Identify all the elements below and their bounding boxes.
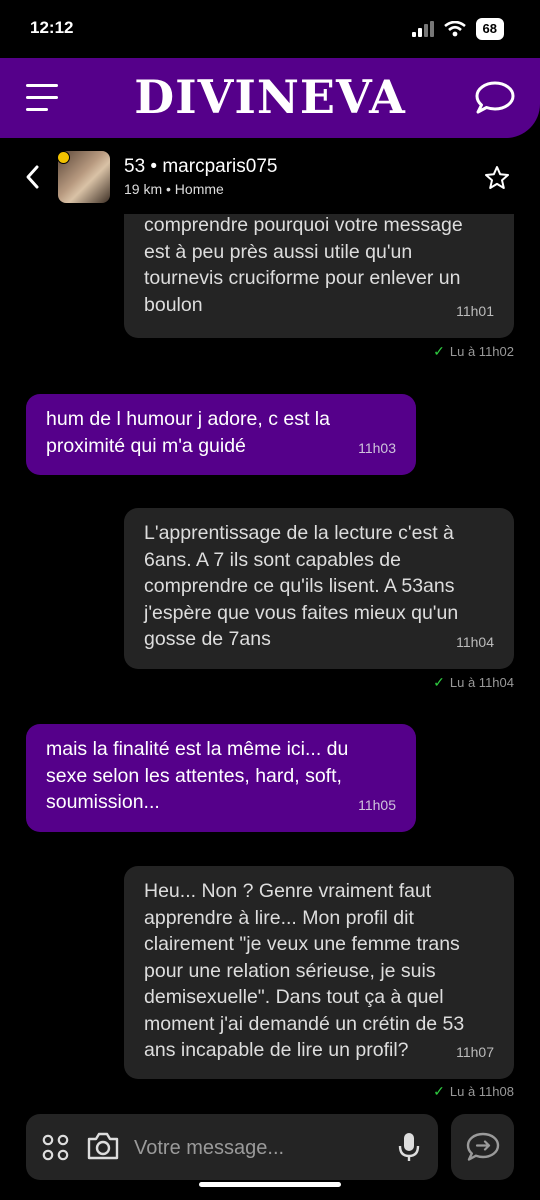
back-chevron-icon[interactable]: [24, 164, 40, 190]
message-text: hum de l humour j adore, c est la proxim…: [46, 408, 330, 457]
read-receipt: ✓ Lu à 11h02: [433, 343, 514, 360]
conversation-header: 53 • marcparis075 19 km • Homme: [0, 140, 540, 214]
message-bubble-incoming[interactable]: L'apprentissage de la lecture c'est à 6a…: [124, 508, 514, 669]
brand-logo: DIVINEVA: [134, 70, 406, 124]
battery-indicator: 68: [475, 18, 504, 40]
message-bubble-incoming[interactable]: comprendre pourquoi votre message est à …: [124, 214, 514, 338]
message-text: comprendre pourquoi votre message est à …: [144, 214, 463, 316]
message-bubble-outgoing[interactable]: hum de l humour j adore, c est la proxim…: [26, 394, 416, 475]
online-status-dot: [57, 151, 70, 164]
signal-icon: [411, 21, 434, 37]
read-receipt: ✓ Lu à 11h04: [433, 674, 514, 691]
app-header: DIVINEVA: [0, 58, 540, 138]
microphone-icon[interactable]: [398, 1131, 420, 1163]
read-check-icon: ✓: [433, 1083, 445, 1099]
send-button[interactable]: [451, 1114, 514, 1180]
message-bubble-incoming[interactable]: Heu... Non ? Genre vraiment faut apprend…: [124, 866, 514, 1079]
message-bubble-outgoing[interactable]: mais la finalité est la même ici... du s…: [26, 724, 416, 832]
status-bar: 12:12 68: [0, 0, 540, 58]
apps-grid-icon[interactable]: [42, 1134, 70, 1162]
camera-icon[interactable]: [86, 1131, 120, 1161]
message-composer: [26, 1114, 438, 1180]
message-time: 11h07: [456, 1043, 494, 1060]
message-text: mais la finalité est la même ici... du s…: [46, 738, 349, 813]
message-list[interactable]: comprendre pourquoi votre message est à …: [0, 214, 540, 1110]
home-indicator: [199, 1182, 341, 1187]
read-receipt-text: Lu à 11h04: [449, 675, 514, 690]
contact-details: 19 km • Homme: [124, 181, 224, 197]
message-time: 11h03: [358, 439, 396, 456]
status-icons: 68: [411, 18, 504, 40]
star-icon[interactable]: [484, 165, 510, 191]
read-check-icon: ✓: [433, 343, 445, 359]
contact-name[interactable]: 53 • marcparis075: [124, 156, 277, 178]
message-text: L'apprentissage de la lecture c'est à 6a…: [144, 522, 459, 650]
read-check-icon: ✓: [433, 674, 445, 690]
status-time: 12:12: [30, 18, 74, 37]
message-text: Heu... Non ? Genre vraiment faut apprend…: [144, 880, 465, 1061]
send-chat-icon: [466, 1132, 500, 1161]
wifi-icon: [443, 21, 466, 37]
message-input[interactable]: [132, 1130, 391, 1166]
message-time: 11h04: [456, 633, 494, 650]
read-receipt-text: Lu à 11h08: [449, 1084, 514, 1099]
message-time: 11h05: [358, 796, 396, 813]
message-time: 11h01: [456, 302, 494, 319]
read-receipt: ✓ Lu à 11h08: [433, 1083, 514, 1100]
chat-bubble-icon[interactable]: [474, 80, 516, 116]
read-receipt-text: Lu à 11h02: [449, 344, 514, 359]
